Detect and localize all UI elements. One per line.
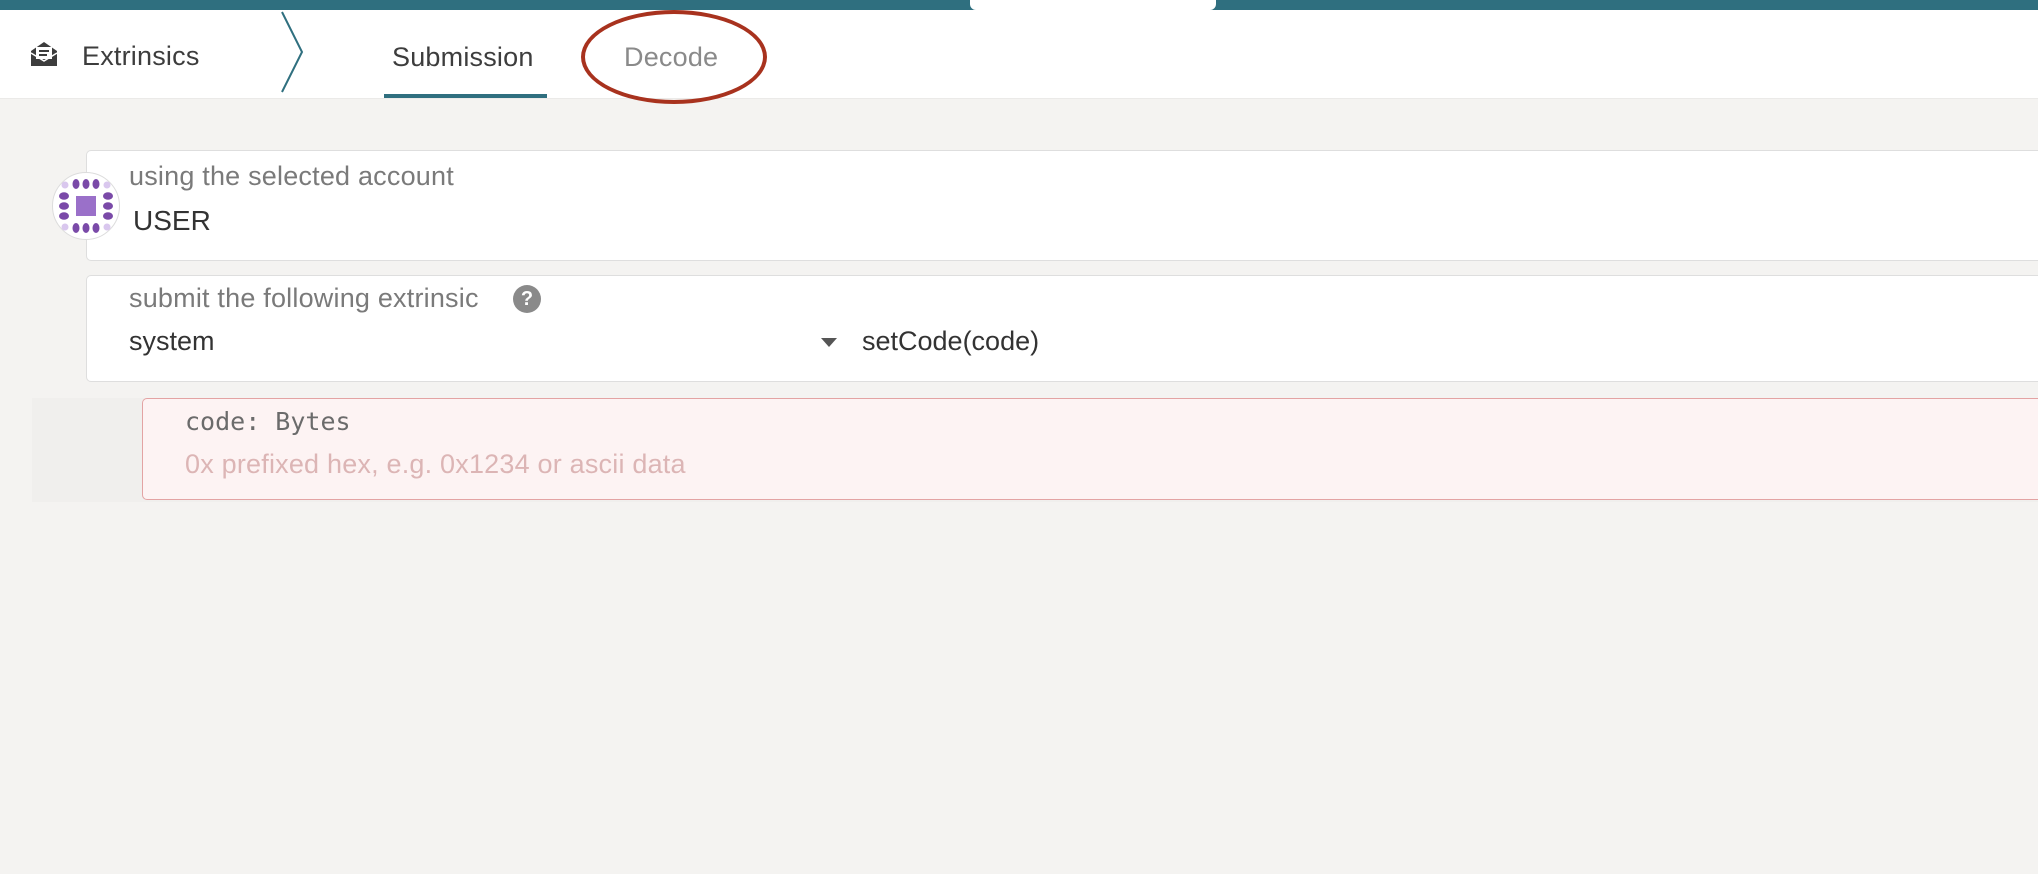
extrinsic-selector: submit the following extrinsic ? system … <box>86 275 2038 382</box>
caret-down-icon <box>821 338 837 347</box>
code-bytes-input[interactable]: code: Bytes 0x prefixed hex, e.g. 0x1234… <box>142 398 2038 500</box>
param-label: code: Bytes <box>185 407 351 436</box>
active-tab-underline <box>384 94 547 98</box>
help-icon[interactable]: ? <box>513 285 541 313</box>
top-bar-notch <box>970 0 1216 10</box>
identicon-avatar <box>52 172 120 240</box>
decode-highlight-circle <box>581 10 767 104</box>
envelope-open-icon <box>28 40 60 68</box>
section-value: system <box>129 326 215 356</box>
breadcrumb-chevron-icon <box>278 10 308 98</box>
account-selector[interactable]: using the selected account USER <box>86 150 2038 261</box>
section-dropdown[interactable]: system <box>129 322 837 362</box>
account-value[interactable]: USER <box>133 205 211 237</box>
extrinsic-label: submit the following extrinsic <box>129 283 479 313</box>
page-header: Extrinsics Submission Decode <box>0 10 2038 99</box>
param-placeholder: 0x prefixed hex, e.g. 0x1234 or ascii da… <box>185 449 686 479</box>
app-title[interactable]: Extrinsics <box>82 41 200 72</box>
method-dropdown[interactable]: setCode(code) <box>862 326 1039 357</box>
tab-submission[interactable]: Submission <box>392 42 534 73</box>
account-label: using the selected account <box>129 161 454 191</box>
